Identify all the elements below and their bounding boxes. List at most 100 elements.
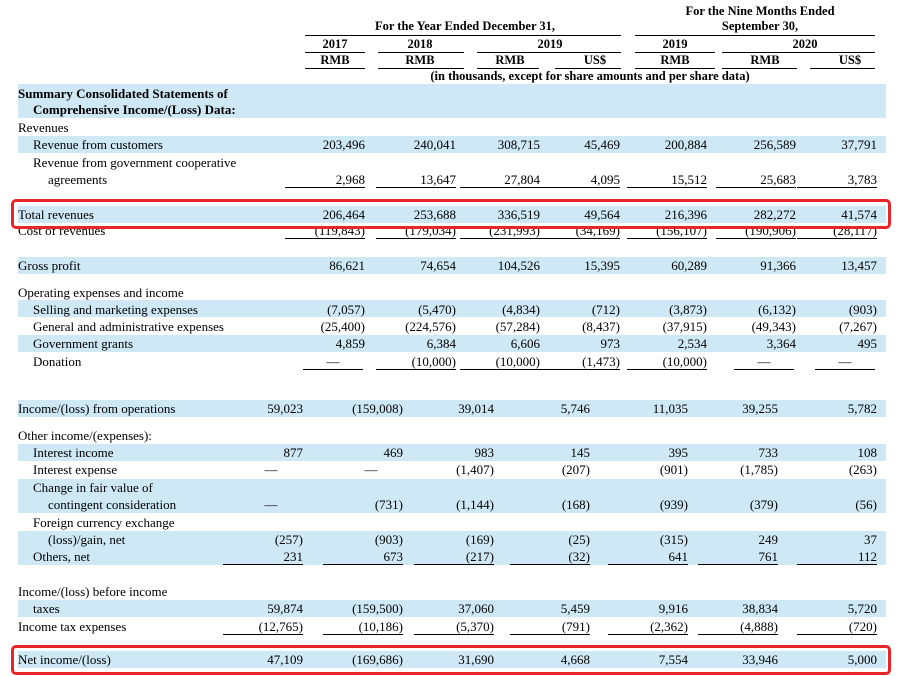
cell-interest-income-4: 145 bbox=[570, 445, 591, 460]
label-grants: Government grants bbox=[33, 336, 134, 351]
cell-tax-4: (791) bbox=[510, 619, 590, 635]
label-fair-value-line1: Change in fair value of bbox=[33, 480, 153, 495]
cell-tax-6: (4,888) bbox=[698, 619, 778, 635]
cell-gna-7: (7,267) bbox=[839, 319, 877, 334]
cell-gna-6: (49,343) bbox=[751, 319, 796, 334]
cell-gross-profit-7: 13,457 bbox=[841, 258, 877, 273]
cell-tax-5: (2,362) bbox=[608, 619, 688, 635]
cell-interest-expense-5: (901) bbox=[659, 462, 688, 477]
label-interest-income: Interest income bbox=[33, 445, 114, 460]
cell-interest-income-1: 877 bbox=[283, 445, 304, 460]
label-tax: Income tax expenses bbox=[18, 619, 127, 634]
cell-others-4: (32) bbox=[510, 549, 590, 565]
cell-selling-1: (7,057) bbox=[327, 302, 365, 317]
cell-donation-2: (10,000) bbox=[376, 354, 456, 370]
total-revenues-highlight bbox=[11, 199, 891, 229]
cell-rev-gov-3: 27,804 bbox=[460, 172, 540, 188]
nine-months-header-line1: For the Nine Months Ended bbox=[685, 4, 835, 18]
cell-rev-customers-5: 200,884 bbox=[664, 137, 707, 152]
cell-fx-5: (315) bbox=[659, 532, 688, 547]
cell-gna-1: (25,400) bbox=[320, 319, 365, 334]
cell-others-6: 761 bbox=[698, 549, 778, 565]
cell-fx-4: (25) bbox=[568, 532, 590, 547]
cell-fair-value-2: (731) bbox=[374, 497, 403, 512]
nine-months-header-line2: September 30, bbox=[721, 19, 799, 33]
cell-others-5: 641 bbox=[608, 549, 688, 565]
nine-2019: 2019 bbox=[662, 37, 688, 51]
cell-rev-customers-4: 45,469 bbox=[584, 137, 620, 152]
cell-pretax-1: 59,874 bbox=[267, 601, 303, 616]
revenues-heading: Revenues bbox=[18, 120, 69, 135]
year-2019: 2019 bbox=[537, 37, 563, 51]
cell-gna-4: (8,437) bbox=[582, 319, 620, 334]
label-other-title: Other income/(expenses): bbox=[18, 428, 152, 443]
cell-fair-value-3: (1,144) bbox=[456, 497, 494, 512]
cell-gna-5: (37,915) bbox=[662, 319, 707, 334]
cell-income-ops-1: 59,023 bbox=[267, 401, 303, 416]
cell-others-3: (217) bbox=[414, 549, 494, 565]
cell-tax-3: (5,370) bbox=[414, 619, 494, 635]
cell-gross-profit-3: 104,526 bbox=[497, 258, 540, 273]
cell-selling-4: (712) bbox=[591, 302, 620, 317]
cur-nine-2020: RMB bbox=[750, 53, 780, 67]
cell-fx-1: (257) bbox=[274, 532, 303, 547]
cell-pretax-2: (159,500) bbox=[352, 601, 403, 616]
label-fx-line1: Foreign currency exchange bbox=[33, 515, 175, 530]
cell-rev-customers-2: 240,041 bbox=[413, 137, 456, 152]
section-title-line2: Comprehensive Income/(Loss) Data: bbox=[33, 102, 236, 117]
cell-fx-3: (169) bbox=[465, 532, 494, 547]
year-2018: 2018 bbox=[407, 37, 433, 51]
cell-income-ops-6: 39,255 bbox=[742, 401, 778, 416]
cell-gna-2: (224,576) bbox=[405, 319, 456, 334]
cell-interest-income-2: 469 bbox=[383, 445, 404, 460]
cur-2017: RMB bbox=[320, 53, 350, 67]
cell-grants-5: 2,534 bbox=[677, 336, 707, 351]
cell-rev-customers-1: 203,496 bbox=[322, 137, 365, 152]
cell-donation-6: — bbox=[734, 354, 794, 370]
cell-pretax-3: 37,060 bbox=[458, 601, 494, 616]
label-opex-title: Operating expenses and income bbox=[18, 285, 184, 300]
label-gna: General and administrative expenses bbox=[33, 319, 224, 334]
label-gross-profit: Gross profit bbox=[18, 258, 81, 273]
cell-income-ops-2: (159,008) bbox=[352, 401, 403, 416]
label-interest-expense: Interest expense bbox=[33, 462, 118, 477]
cell-fx-2: (903) bbox=[374, 532, 403, 547]
cur-2018: RMB bbox=[405, 53, 435, 67]
cur-nine-2019: RMB bbox=[660, 53, 690, 67]
label-fair-value: contingent consideration bbox=[48, 497, 177, 512]
cell-interest-expense-6: (1,785) bbox=[740, 462, 778, 477]
cell-pretax-7: 5,720 bbox=[847, 601, 877, 616]
cell-donation-1: — bbox=[303, 354, 363, 370]
cell-rev-gov-7: 3,783 bbox=[797, 172, 877, 188]
cur-nine-2020-usd: US$ bbox=[838, 53, 862, 67]
cell-tax-2: (10,186) bbox=[323, 619, 403, 635]
cell-rev-gov-6: 25,683 bbox=[716, 172, 796, 188]
cell-interest-income-5: 395 bbox=[668, 445, 689, 460]
cell-rev-gov-5: 15,512 bbox=[627, 172, 707, 188]
cur-2019-rmb: RMB bbox=[495, 53, 525, 67]
cell-pretax-4: 5,459 bbox=[560, 601, 590, 616]
cell-interest-expense-7: (263) bbox=[848, 462, 877, 477]
label-donation: Donation bbox=[33, 354, 82, 369]
cell-selling-6: (6,132) bbox=[758, 302, 796, 317]
cell-donation-7: — bbox=[815, 354, 875, 370]
label-others: Others, net bbox=[33, 549, 91, 564]
cell-interest-expense-4: (207) bbox=[561, 462, 590, 477]
cell-grants-2: 6,384 bbox=[426, 336, 456, 351]
cell-interest-expense-2: — bbox=[364, 462, 378, 477]
section-title-line1: Summary Consolidated Statements of bbox=[18, 86, 228, 101]
cell-gna-3: (57,284) bbox=[495, 319, 540, 334]
cell-grants-7: 495 bbox=[857, 336, 878, 351]
cell-interest-income-3: 983 bbox=[474, 445, 495, 460]
cell-tax-1: (12,765) bbox=[223, 619, 303, 635]
cur-2019-usd: US$ bbox=[583, 53, 607, 67]
label-pretax-line1: Income/(loss) before income bbox=[18, 584, 168, 599]
cell-rev-customers-6: 256,589 bbox=[753, 137, 796, 152]
label-income-ops: Income/(loss) from operations bbox=[18, 401, 176, 416]
cell-interest-income-6: 733 bbox=[758, 445, 779, 460]
cell-grants-6: 3,364 bbox=[766, 336, 796, 351]
cell-rev-customers-3: 308,715 bbox=[497, 137, 540, 152]
cell-fx-6: 249 bbox=[758, 532, 779, 547]
cell-interest-expense-1: — bbox=[264, 462, 278, 477]
cell-others-2: 673 bbox=[323, 549, 403, 565]
